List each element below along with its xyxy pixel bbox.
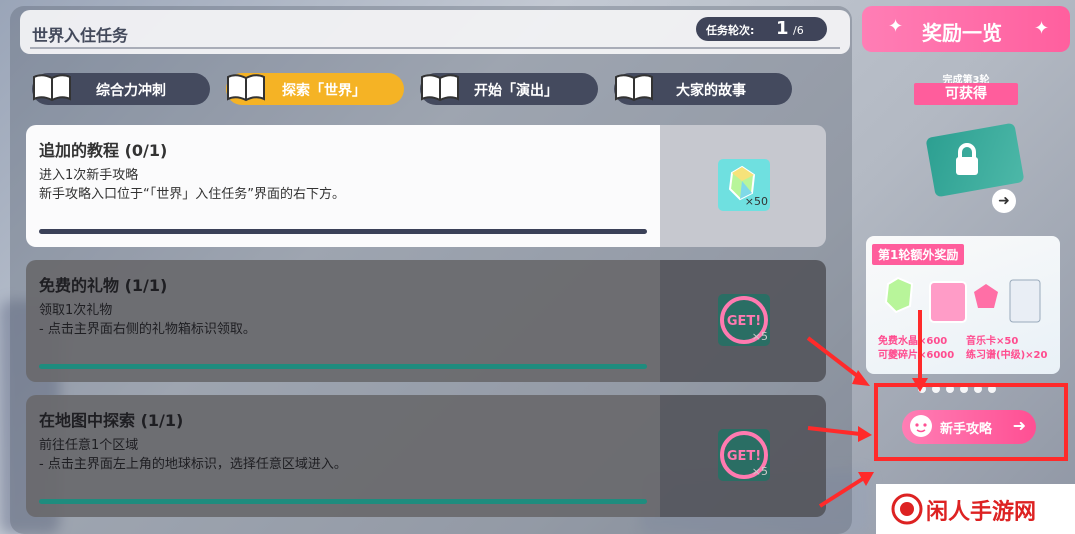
bonus-title: 第1轮额外奖励 bbox=[872, 244, 965, 265]
task-reward: ×50 bbox=[660, 125, 826, 247]
task-title: 在地图中探索 (1/1) bbox=[39, 411, 184, 430]
task-desc-line: 领取1次礼物 bbox=[39, 303, 113, 318]
task-desc-line: 前往任意1个区域 bbox=[39, 438, 139, 453]
lock-icon bbox=[956, 143, 978, 175]
reward-quantity: ×5 bbox=[751, 330, 768, 343]
reward-quantity: ×50 bbox=[744, 195, 768, 208]
task-desc-line: 进入1次新手攻略 bbox=[39, 168, 139, 183]
bonus-item-music-card: 音乐卡×50 bbox=[966, 336, 1019, 347]
round-label: 任务轮次: bbox=[706, 24, 755, 37]
bonus-item-score: 练习谱(中级)×20 bbox=[966, 350, 1048, 361]
tab-start-show[interactable]: 开始「演出」 bbox=[420, 73, 598, 105]
tab-label: 开始「演出」 bbox=[474, 83, 558, 99]
round-reward-ribbon: 完成第3轮 可获得 bbox=[900, 71, 1032, 107]
book-icon bbox=[33, 74, 71, 102]
title-divider bbox=[30, 47, 840, 49]
claimed-reward-icon: GET! ×5 bbox=[718, 429, 770, 481]
reward-quantity: ×5 bbox=[751, 465, 768, 478]
ribbon-title: 可获得 bbox=[914, 83, 1018, 105]
watermark-logo-icon bbox=[891, 493, 923, 525]
task-progress-bar bbox=[39, 364, 647, 369]
round-total: /6 bbox=[793, 24, 804, 37]
task-body: 追加的教程 (0/1) 进入1次新手攻略 新手攻略入口位于“「世界」入住任务”界… bbox=[26, 125, 660, 247]
task-card-free-gift[interactable]: 免费的礼物 (1/1) 领取1次礼物 - 点击主界面右侧的礼物箱标识领取。 GE… bbox=[26, 260, 826, 382]
rewards-list-button[interactable]: ✦ 奖励一览 ✦ bbox=[862, 6, 1070, 52]
task-description: 进入1次新手攻略 新手攻略入口位于“「世界」入住任务”界面的右下方。 bbox=[39, 166, 345, 204]
round-indicator: 任务轮次: 1 /6 bbox=[696, 17, 827, 41]
task-title: 追加的教程 (0/1) bbox=[39, 141, 168, 160]
task-desc-line: - 点击主界面左上角的地球标识，选择任意区域进入。 bbox=[39, 457, 347, 472]
claimed-reward-icon: GET! ×5 bbox=[718, 294, 770, 346]
task-description: 领取1次礼物 - 点击主界面右侧的礼物箱标识领取。 bbox=[39, 301, 256, 339]
tab-label: 综合力冲刺 bbox=[96, 83, 166, 99]
task-body: 免费的礼物 (1/1) 领取1次礼物 - 点击主界面右侧的礼物箱标识领取。 bbox=[26, 260, 660, 382]
sparkle-icon: ✦ bbox=[1034, 18, 1050, 39]
task-title: 免费的礼物 (1/1) bbox=[39, 276, 168, 295]
watermark: 闲人手游网 bbox=[876, 484, 1075, 534]
task-body: 在地图中探索 (1/1) 前往任意1个区域 - 点击主界面左上角的地球标识，选择… bbox=[26, 395, 660, 517]
book-icon bbox=[615, 74, 653, 102]
get-badge-text: GET! bbox=[727, 449, 761, 464]
next-arrow-button[interactable]: ➜ bbox=[992, 189, 1016, 213]
get-badge-text: GET! bbox=[727, 314, 761, 329]
task-card-map-explore[interactable]: 在地图中探索 (1/1) 前往任意1个区域 - 点击主界面左上角的地球标识，选择… bbox=[26, 395, 826, 517]
sparkle-icon: ✦ bbox=[888, 16, 904, 37]
title-bar: 世界入住任务 任务轮次: 1 /6 bbox=[20, 10, 850, 54]
task-description: 前往任意1个区域 - 点击主界面左上角的地球标识，选择任意区域进入。 bbox=[39, 436, 347, 474]
tab-label: 大家的故事 bbox=[676, 83, 746, 99]
task-card-tutorial[interactable]: 追加的教程 (0/1) 进入1次新手攻略 新手攻略入口位于“「世界」入住任务”界… bbox=[26, 125, 826, 247]
book-icon bbox=[421, 74, 459, 102]
book-icon bbox=[227, 74, 265, 102]
tab-label: 探索「世界」 bbox=[282, 83, 366, 99]
task-progress-bar bbox=[39, 499, 647, 504]
tab-explore-world[interactable]: 探索「世界」 bbox=[226, 73, 404, 105]
task-desc-line: 新手攻略入口位于“「世界」入住任务”界面的右下方。 bbox=[39, 187, 345, 202]
tab-everyone-story[interactable]: 大家的故事 bbox=[614, 73, 792, 105]
page-title: 世界入住任务 bbox=[32, 26, 129, 45]
task-progress-bar bbox=[39, 229, 647, 234]
rewards-header-label: 奖励一览 bbox=[922, 21, 1002, 45]
task-desc-line: - 点击主界面右侧的礼物箱标识领取。 bbox=[39, 322, 256, 337]
crystal-reward-icon: ×50 bbox=[718, 159, 770, 211]
tab-power-sprint[interactable]: 综合力冲刺 bbox=[32, 73, 210, 105]
watermark-text: 闲人手游网 bbox=[926, 500, 1037, 525]
round-current: 1 bbox=[776, 18, 789, 39]
